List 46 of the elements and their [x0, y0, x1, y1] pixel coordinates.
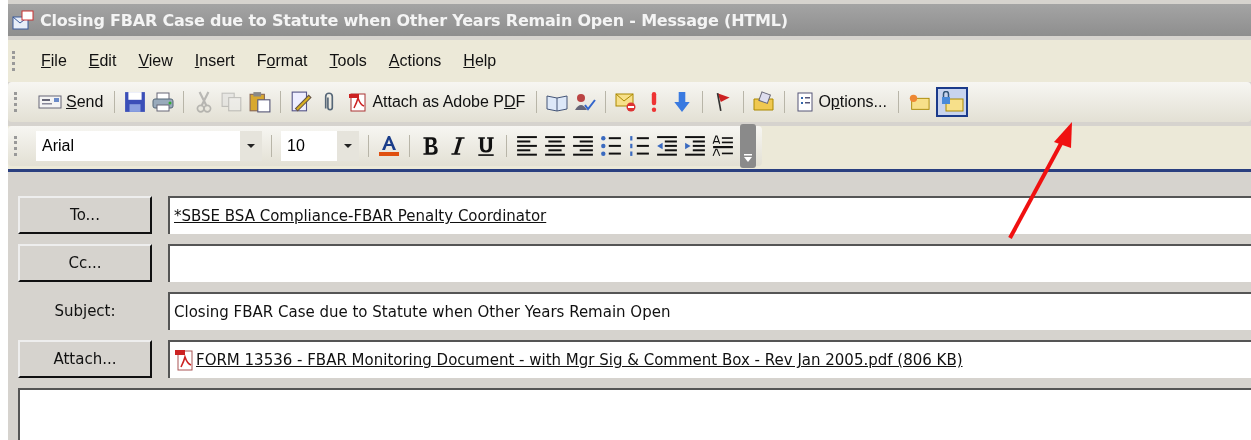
save-icon[interactable] [124, 91, 147, 113]
menu-item[interactable]: Insert [185, 50, 244, 72]
font-size-dropdown[interactable]: 10 [281, 131, 359, 161]
menu-item[interactable]: Tools [320, 50, 376, 72]
font-color-icon[interactable] [378, 135, 400, 157]
increase-indent-icon[interactable] [684, 135, 706, 157]
input-field[interactable]: *SBSE BSA Compliance-FBAR Penalty Coordinator [168, 196, 1251, 234]
menu-item[interactable]: Actions [379, 50, 451, 72]
document-pencil-icon[interactable] [290, 91, 313, 113]
paste-icon[interactable] [249, 91, 272, 113]
menu-item[interactable]: View [129, 50, 182, 72]
input-field[interactable]: Closing FBAR Case due to Statute when Other Years Remain Open [168, 292, 1251, 330]
align-left-icon[interactable] [516, 135, 538, 157]
align-center-icon[interactable] [544, 135, 566, 157]
window-title: Closing FBAR Case due to Statute when Other Years Remain Open - Message (HTML) [40, 10, 788, 30]
font-dropdown[interactable]: Arial [36, 131, 262, 161]
address-button[interactable]: Attach... [18, 340, 152, 378]
envelope-stop-icon[interactable] [615, 91, 638, 113]
bulleted-list-icon[interactable] [600, 135, 622, 157]
menu-item[interactable]: Format [247, 50, 317, 72]
envelope-icon [12, 10, 34, 30]
person-checkmark-icon[interactable] [574, 91, 597, 113]
attachment-field[interactable]: FORM 13536 - FBAR Monitoring Document - with Mgr Sig & Comment Box - Rev Jan 2005.pdf (806 KB) [168, 340, 1251, 378]
menu-item[interactable]: File [32, 50, 76, 72]
address-button[interactable]: To... [18, 196, 152, 234]
menu-item[interactable]: Help [454, 50, 506, 72]
checklist-icon [796, 92, 815, 112]
envelope-icon [38, 94, 62, 110]
numbered-list-icon[interactable] [628, 135, 650, 157]
align-right-icon[interactable] [572, 135, 594, 157]
decrease-indent-icon[interactable] [656, 135, 678, 157]
pdf-file-icon [348, 92, 369, 112]
underline-icon[interactable] [475, 135, 497, 157]
encrypt-button[interactable] [935, 87, 968, 117]
input-field[interactable] [168, 244, 1251, 282]
toolbar-overflow-icon[interactable] [740, 124, 756, 168]
options-button[interactable]: Options... [794, 92, 889, 112]
menu-item[interactable]: Edit [79, 50, 126, 72]
subject-label: Subject: [53, 301, 117, 322]
attach-as-pdf-button[interactable]: Attach as Adobe PDF [346, 92, 528, 112]
styles-icon[interactable] [712, 135, 734, 157]
pdf-file-icon [174, 349, 194, 371]
folder-icon[interactable] [753, 91, 776, 113]
send-button[interactable]: Send [36, 93, 106, 111]
address-button[interactable]: Cc... [18, 244, 152, 282]
print-icon[interactable] [152, 91, 175, 113]
